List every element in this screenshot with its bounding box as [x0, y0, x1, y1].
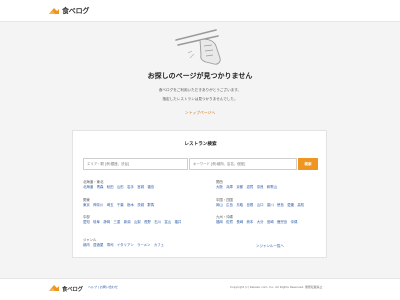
prefecture-link[interactable]: 鹿児島	[277, 219, 287, 224]
genre-link[interactable]: カフェ	[154, 242, 164, 247]
prefecture-link[interactable]: 和歌山	[267, 184, 277, 189]
prefecture-link[interactable]: 兵庫	[226, 184, 233, 189]
prefecture-link[interactable]: 広島	[226, 202, 233, 207]
prefecture-link[interactable]: 山口	[257, 202, 264, 207]
footer-logo[interactable]: 食べログ	[48, 284, 83, 293]
prefecture-link[interactable]: 京都	[236, 184, 243, 189]
site-header: 食べログ	[0, 0, 400, 22]
prefecture-link[interactable]: 高知	[297, 202, 304, 207]
prefecture-link[interactable]: 愛媛	[287, 202, 294, 207]
prefecture-link[interactable]: 岩手	[127, 184, 134, 189]
prefecture-link[interactable]: 石川	[154, 219, 161, 224]
region-genre: ジャンル 焼肉 居酒屋 寿司 イタリアン ラーメン カフェ	[83, 237, 193, 247]
prefecture-link[interactable]: 佐賀	[226, 219, 233, 224]
prefecture-link[interactable]: 千葉	[117, 202, 124, 207]
region-links: 福岡 佐賀 長崎 熊本 大分 宮崎 鹿児島 沖縄	[216, 219, 326, 224]
prefecture-link[interactable]: 山梨	[134, 219, 141, 224]
genre-link[interactable]: 焼肉	[83, 242, 90, 247]
logo-text: 食べログ	[62, 7, 90, 15]
prefecture-link[interactable]: 岐阜	[93, 219, 100, 224]
prefecture-link[interactable]: 福岡	[216, 219, 223, 224]
notfound-message-line1: 食べログをご利用いただきありがとうございます。	[158, 88, 242, 92]
prefecture-link[interactable]: 滋賀	[247, 184, 254, 189]
region-kanto: 関東 東京 神奈川 埼玉 千葉 栃木 茨城 群馬	[83, 197, 193, 207]
genre-link[interactable]: 居酒屋	[93, 242, 103, 247]
prefecture-link[interactable]: 秋田	[107, 184, 114, 189]
region-links: 大阪 兵庫 京都 滋賀 奈良 和歌山	[216, 184, 326, 189]
top-page-link[interactable]: ＞トップページへ	[0, 110, 400, 116]
prefecture-link[interactable]: 長野	[144, 219, 151, 224]
chopsticks-illustration-icon	[175, 29, 221, 65]
region-hokkaido-tohoku: 北海道・東北 北海道 青森 秋田 山形 岩手 宮城 福島	[83, 179, 193, 189]
region-links: 岡山 広島 鳥取 島根 山口 香川 徳島 愛媛 高知	[216, 202, 326, 207]
genre-link[interactable]: 寿司	[107, 242, 114, 247]
prefecture-link[interactable]: 山形	[117, 184, 124, 189]
logo-mark-icon	[49, 285, 59, 291]
prefecture-link[interactable]: 新潟	[124, 219, 131, 224]
prefecture-link[interactable]: 栃木	[127, 202, 134, 207]
region-kansai: 関西 大阪 兵庫 京都 滋賀 奈良 和歌山	[216, 179, 326, 189]
region-chubu: 中部 愛知 岐阜 静岡 三重 新潟 山梨 長野 石川 富山 福井	[83, 214, 193, 224]
prefecture-link[interactable]: 北海道	[83, 184, 93, 189]
genre-links: 焼肉 居酒屋 寿司 イタリアン ラーメン カフェ	[83, 242, 193, 247]
prefecture-link[interactable]: 愛知	[83, 219, 90, 224]
genre-link[interactable]: ラーメン	[137, 242, 150, 247]
region-links: 東京 神奈川 埼玉 千葉 栃木 茨城 群馬	[83, 202, 193, 207]
region-chugoku-shikoku: 中国・四国 岡山 広島 鳥取 島根 山口 香川 徳島 愛媛 高知	[216, 197, 326, 207]
region-kyushu-okinawa: 九州・沖縄 福岡 佐賀 長崎 熊本 大分 宮崎 鹿児島 沖縄	[216, 214, 326, 224]
notfound-message-line2: 指定したレストランは見つかりませんでした。	[162, 97, 238, 101]
prefecture-link[interactable]: 東京	[83, 202, 90, 207]
prefecture-link[interactable]: 群馬	[147, 202, 154, 207]
search-title: レストラン検索	[184, 142, 217, 147]
copyright: Copyright (c) Kakaku.com, Inc. All Right…	[230, 285, 323, 289]
prefecture-link[interactable]: 沖縄	[291, 219, 298, 224]
genre-link[interactable]: イタリアン	[117, 242, 134, 247]
area-input[interactable]	[83, 158, 188, 170]
footer-links[interactable]: ヘルプ | お問い合わせ	[88, 285, 118, 289]
search-button[interactable]: 検索	[298, 158, 318, 170]
restaurant-search-card: レストラン検索 検索 北海道・東北 北海道 青森 秋田 山形 岩手 宮城 福島 …	[72, 130, 327, 258]
prefecture-link[interactable]: 神奈川	[93, 202, 103, 207]
prefecture-link[interactable]: 大阪	[216, 184, 223, 189]
region-links: 北海道 青森 秋田 山形 岩手 宮城 福島	[83, 184, 193, 189]
prefecture-link[interactable]: 熊本	[247, 219, 254, 224]
prefecture-link[interactable]: 香川	[267, 202, 274, 207]
page-title: お探しのページが見つかりません	[147, 72, 253, 80]
site-footer: 食べログ ヘルプ | お問い合わせ Copyright (c) Kakaku.c…	[0, 278, 400, 300]
prefecture-link[interactable]: 福井	[175, 219, 182, 224]
tabelog-logo[interactable]: 食べログ	[48, 5, 89, 17]
logo-mark-icon	[49, 7, 59, 14]
prefecture-link[interactable]: 福島	[147, 184, 154, 189]
prefecture-link[interactable]: 青森	[97, 184, 104, 189]
prefecture-link[interactable]: 岡山	[216, 202, 223, 207]
prefecture-link[interactable]: 大分	[257, 219, 264, 224]
keyword-input[interactable]	[189, 158, 297, 170]
prefecture-link[interactable]: 三重	[114, 219, 121, 224]
prefecture-link[interactable]: 島根	[247, 202, 254, 207]
prefecture-link[interactable]: 鳥取	[236, 202, 243, 207]
genre-list-link[interactable]: ＞ジャンル一覧へ	[256, 244, 284, 249]
prefecture-link[interactable]: 長崎	[236, 219, 243, 224]
region-links: 愛知 岐阜 静岡 三重 新潟 山梨 長野 石川 富山 福井	[83, 219, 193, 224]
prefecture-link[interactable]: 埼玉	[107, 202, 114, 207]
prefecture-link[interactable]: 宮城	[137, 184, 144, 189]
prefecture-link[interactable]: 富山	[164, 219, 171, 224]
prefecture-link[interactable]: 茨城	[137, 202, 144, 207]
prefecture-link[interactable]: 徳島	[277, 202, 284, 207]
prefecture-link[interactable]: 静岡	[103, 219, 110, 224]
prefecture-link[interactable]: 宮崎	[267, 219, 274, 224]
prefecture-link[interactable]: 奈良	[257, 184, 264, 189]
footer-logo-text: 食べログ	[62, 286, 83, 293]
